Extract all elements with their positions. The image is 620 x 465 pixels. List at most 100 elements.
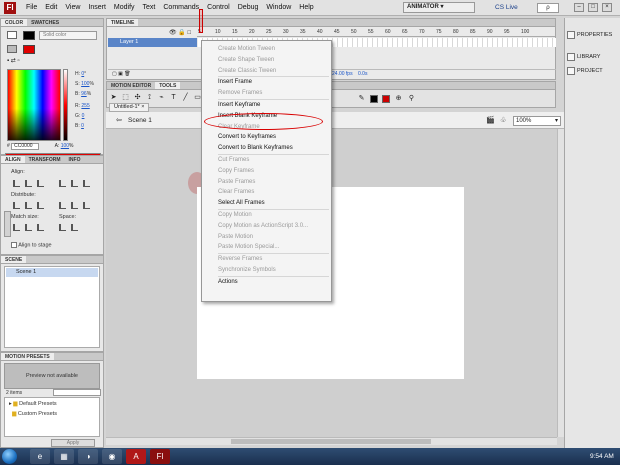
frame-ruler[interactable]: 5 10 15 20 25 30 35 40 45 50 55 60 65 70 75 80 85 90 95 100: [197, 28, 555, 37]
document-tab[interactable]: Untitled-1* ×: [109, 103, 150, 112]
blue-field[interactable]: B: 0: [75, 123, 84, 129]
layer-row[interactable]: Layer 1: [108, 38, 556, 47]
menu-item-insert-frame[interactable]: Insert Frame: [202, 77, 331, 88]
zoom-tool-icon[interactable]: ⚲: [407, 94, 416, 104]
new-layer-icon[interactable]: ▢ ▣ 🗑: [112, 71, 131, 77]
align-hcenter-icon[interactable]: [25, 180, 32, 187]
preset-search-input[interactable]: [53, 389, 101, 396]
start-button[interactable]: [2, 449, 17, 464]
taskbar-acrobat-icon[interactable]: A: [126, 449, 146, 464]
stroke-color-chip[interactable]: [23, 31, 35, 40]
tab-timeline[interactable]: TIMELINE: [107, 19, 139, 26]
green-value[interactable]: 0: [82, 113, 85, 119]
taskbar-explorer-icon[interactable]: ▦: [54, 449, 74, 464]
menu-insert[interactable]: Insert: [84, 0, 110, 16]
zoom-select[interactable]: 100% ▾: [513, 116, 561, 126]
stroke-color-swatch[interactable]: [370, 95, 378, 103]
lock-icon[interactable]: 🔒: [178, 30, 185, 36]
menu-item-select-all-frames[interactable]: Select All Frames: [202, 198, 331, 209]
lasso-tool-icon[interactable]: ⌁: [157, 93, 166, 103]
text-tool-icon[interactable]: T: [169, 93, 178, 103]
menu-debug[interactable]: Debug: [234, 0, 263, 16]
preset-folder-custom[interactable]: ▆ Custom Presets: [9, 411, 57, 417]
fill-color-swatch[interactable]: [382, 95, 390, 103]
cs-live-button[interactable]: CS Live: [495, 2, 518, 13]
tab-tools[interactable]: TOOLS: [155, 82, 181, 89]
tab-scene[interactable]: SCENE: [1, 256, 27, 263]
blue-value[interactable]: 0: [81, 123, 84, 129]
space-horizontal-icon[interactable]: [71, 224, 78, 231]
align-to-stage-row[interactable]: Align to stage: [11, 242, 52, 248]
edit-scene-icon[interactable]: 🎬: [486, 116, 495, 124]
menu-text[interactable]: Text: [139, 0, 160, 16]
menu-item-actions[interactable]: Actions: [202, 277, 331, 288]
back-arrow-icon[interactable]: ⇦: [116, 116, 122, 124]
edit-symbol-icon[interactable]: ♧: [500, 116, 506, 124]
free-transform-tool-icon[interactable]: ✣: [133, 93, 142, 103]
hex-input[interactable]: CC0000: [11, 143, 40, 150]
horizontal-scrollbar[interactable]: [106, 437, 557, 445]
tab-transform[interactable]: TRANSFORM: [25, 156, 65, 163]
fill-type-select[interactable]: Solid color: [39, 31, 97, 40]
align-right-icon[interactable]: [37, 180, 44, 187]
apply-button[interactable]: Apply: [51, 439, 95, 447]
match-both-icon[interactable]: [37, 224, 44, 231]
fill-color-icon[interactable]: [7, 45, 17, 53]
3d-rotation-tool-icon[interactable]: ⟟: [145, 93, 154, 103]
preset-folder-default[interactable]: ▸ ▆ Default Presets: [9, 401, 57, 407]
green-field[interactable]: G: 0: [75, 113, 84, 119]
layer-name[interactable]: Layer 1: [108, 38, 197, 47]
red-value[interactable]: 255: [81, 103, 89, 109]
eye-icon[interactable]: 👁: [169, 30, 177, 36]
library-button[interactable]: LIBRARY: [567, 50, 619, 64]
menu-item-convert-to-keyframes[interactable]: Convert to Keyframes: [202, 132, 331, 143]
panel-collapse-handle[interactable]: [4, 211, 11, 237]
menu-modify[interactable]: Modify: [110, 0, 139, 16]
scene-breadcrumb[interactable]: Scene 1: [128, 112, 152, 129]
align-left-icon[interactable]: [13, 180, 20, 187]
distribute-right-icon[interactable]: [83, 202, 90, 209]
tab-info[interactable]: INFO: [65, 156, 85, 163]
distribute-vcenter-icon[interactable]: [25, 202, 32, 209]
snap-icon[interactable]: ⊕: [394, 94, 403, 104]
menu-item-insert-keyframe[interactable]: Insert Keyframe: [202, 100, 331, 111]
project-button[interactable]: PROJECT: [567, 64, 619, 78]
align-to-stage-checkbox[interactable]: [11, 242, 17, 248]
menu-window[interactable]: Window: [262, 0, 295, 16]
color-modes-icon[interactable]: ▪ ⇄ ▫: [7, 57, 33, 65]
help-search-input[interactable]: ρ: [537, 3, 559, 13]
close-button[interactable]: ×: [602, 3, 612, 12]
menu-help[interactable]: Help: [295, 0, 317, 16]
hue-field[interactable]: H: 0°: [75, 71, 86, 77]
playhead[interactable]: [199, 9, 203, 33]
fill-color-chip[interactable]: [23, 45, 35, 54]
taskbar-media-icon[interactable]: ◑: [78, 449, 98, 464]
taskbar-chrome-icon[interactable]: ◉: [102, 449, 122, 464]
match-width-icon[interactable]: [13, 224, 20, 231]
selection-tool-icon[interactable]: ➤: [109, 93, 118, 103]
taskbar-flash-icon[interactable]: Fl: [150, 449, 170, 464]
pasteboard[interactable]: [106, 129, 564, 437]
brightness-field[interactable]: B: 96%: [75, 91, 91, 97]
horizontal-scroll-thumb[interactable]: [231, 439, 431, 444]
match-height-icon[interactable]: [25, 224, 32, 231]
menu-control[interactable]: Control: [203, 0, 234, 16]
tab-motion-presets[interactable]: MOTION PRESETS: [1, 353, 54, 360]
workspace-switcher[interactable]: ANIMATOR ▾: [403, 2, 475, 13]
space-vertical-icon[interactable]: [59, 224, 66, 231]
taskbar-ie-icon[interactable]: e: [30, 449, 50, 464]
color-spectrum[interactable]: [7, 69, 61, 141]
menu-commands[interactable]: Commands: [159, 0, 203, 16]
maximize-button[interactable]: □: [588, 3, 598, 12]
menu-file[interactable]: File: [22, 0, 41, 16]
saturation-field[interactable]: S: 100%: [75, 81, 94, 87]
align-vcenter-icon[interactable]: [71, 180, 78, 187]
menu-item-convert-to-blank-keyframes[interactable]: Convert to Blank Keyframes: [202, 143, 331, 154]
distribute-left-icon[interactable]: [59, 202, 66, 209]
subselection-tool-icon[interactable]: ⬚: [121, 93, 130, 103]
tab-swatches[interactable]: SWATCHES: [27, 19, 63, 26]
brightness-slider[interactable]: [63, 69, 68, 141]
tab-color[interactable]: COLOR: [1, 19, 28, 26]
properties-button[interactable]: PROPERTIES: [567, 28, 619, 42]
alpha-value[interactable]: 100: [61, 143, 69, 149]
